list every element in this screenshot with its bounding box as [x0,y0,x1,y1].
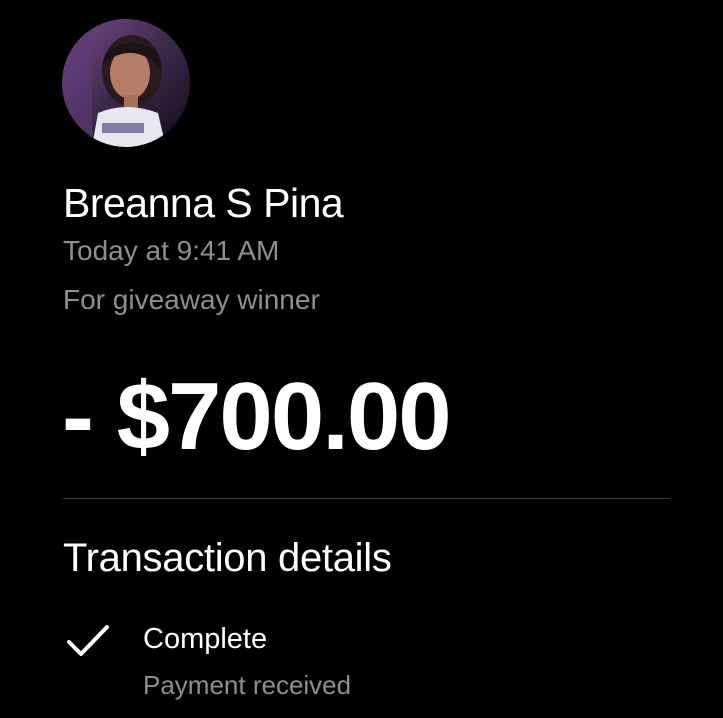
payment-amount: - $700.00 [62,363,452,470]
payment-note: For giveaway winner [63,284,320,315]
avatar[interactable] [62,19,190,147]
status-sublabel: Payment received [143,670,352,700]
checkmark-icon [67,625,109,656]
recipient-name: Breanna S Pina [63,180,344,226]
section-title: Transaction details [63,536,392,580]
transaction-time: Today at 9:41 AM [63,235,280,266]
profile-photo-icon [62,19,190,147]
divider [63,498,670,499]
status-label: Complete [143,623,268,655]
